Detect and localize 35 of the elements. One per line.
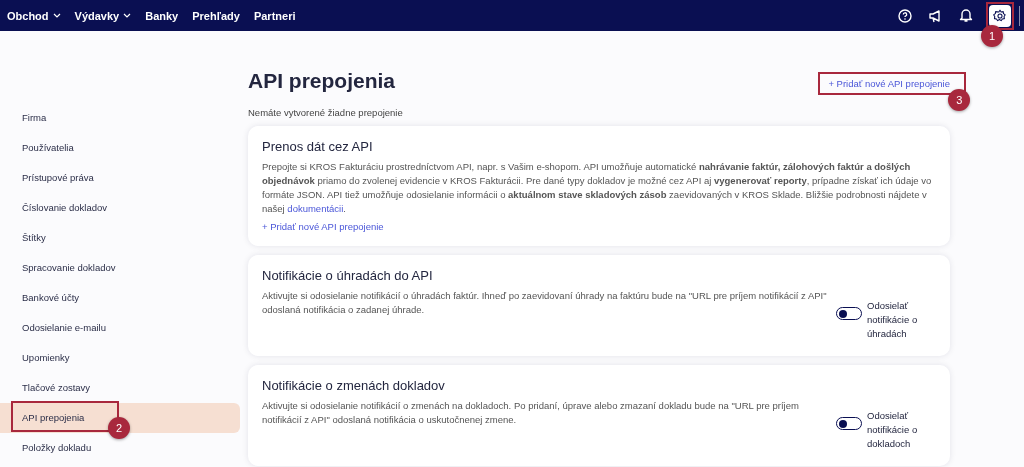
nav-menu-item[interactable]: Partneri bbox=[253, 9, 296, 22]
step-number-badge: 1 bbox=[981, 24, 1003, 47]
card-title: Prenos dát cez API bbox=[262, 139, 374, 154]
nav-menu-item[interactable]: Prehľady bbox=[192, 9, 240, 22]
sidebar-item[interactable]: Bankové účty bbox=[0, 283, 240, 313]
sidebar-item[interactable]: Odosielanie e-mailu bbox=[0, 313, 240, 343]
sidebar-item[interactable]: Používatelia bbox=[0, 133, 240, 163]
add-connection-link[interactable]: + Pridať nové API prepojenie bbox=[262, 221, 384, 232]
card-description: Prepojte si KROS Fakturáciu prostredníctvom API, napr. s Vašim e-shopom. API umožňuje automatické nahrávanie faktúr, zálohových faktúr a došlých objednávok priamo do zvolenej evidencie v KROS Fakturácii. Pre dané typy dokladov je možné cez API aj vygenerovať reporty, prípadne získať ich údaje vo formáte JSON. API tiež umožňuje odosielanie informácii o aktuálnom stave skladových zásob zaevidovaných v KROS Sklade. Bližšie podrobnosti nájdete v našej dokumentácii. bbox=[262, 160, 933, 216]
empty-state-text: Nemáte vytvorené žiadne prepojenie bbox=[248, 107, 403, 118]
megaphone-icon[interactable] bbox=[928, 8, 943, 23]
card-description: Aktivujte si odosielanie notifikácií o zmenách na dokladoch. Po pridaní, úprave alebo zmazaní dokladu bude na "URL pre príjem notifikácií z API" odoslaná notifikácia o uskutočnenej zmene. bbox=[262, 399, 800, 427]
sidebar-item[interactable]: Číslovanie dokladov bbox=[0, 193, 240, 223]
toggle-label: Odosielať notifikácie o úhradách bbox=[867, 299, 919, 341]
step-number-badge: 2 bbox=[108, 417, 130, 439]
sidebar-item[interactable]: Tlačové zostavy bbox=[0, 373, 240, 403]
card-description: Aktivujte si odosielanie notifikácií o úhradách faktúr. Ihneď po zaevidovaní úhrady na faktúru bude na "URL pre príjem notifikácií z API" odoslaná notifikácia o zadanej úhrade. bbox=[262, 289, 828, 317]
sidebar-item[interactable]: Spracovanie dokladov bbox=[0, 253, 240, 283]
step-number-badge: 3 bbox=[948, 89, 971, 111]
sidebar-item[interactable]: Upomienky bbox=[0, 343, 240, 373]
card-title: Notifikácie o zmenách dokladov bbox=[262, 378, 446, 393]
add-connection-button[interactable]: + Pridať nové API prepojenie bbox=[818, 72, 966, 95]
settings-icon bbox=[993, 8, 1007, 23]
toggle-label: Odosielať notifikácie o dokladoch bbox=[867, 409, 919, 451]
nav-menu-item[interactable]: Banky bbox=[145, 9, 179, 22]
card-title: Notifikácie o úhradách do API bbox=[262, 268, 434, 283]
settings-button[interactable] bbox=[989, 4, 1011, 27]
sidebar-item[interactable]: Prístupové práva bbox=[0, 163, 240, 193]
nav-menu-item[interactable]: Obchod bbox=[7, 9, 61, 22]
sidebar-item[interactable]: Štítky bbox=[0, 223, 240, 253]
bell-icon[interactable] bbox=[959, 8, 973, 23]
nav-menu-item[interactable]: Výdavky bbox=[74, 9, 132, 22]
page-title: API prepojenia bbox=[248, 69, 397, 93]
sidebar-item[interactable]: Firma bbox=[0, 103, 240, 133]
help-icon[interactable] bbox=[898, 8, 912, 23]
